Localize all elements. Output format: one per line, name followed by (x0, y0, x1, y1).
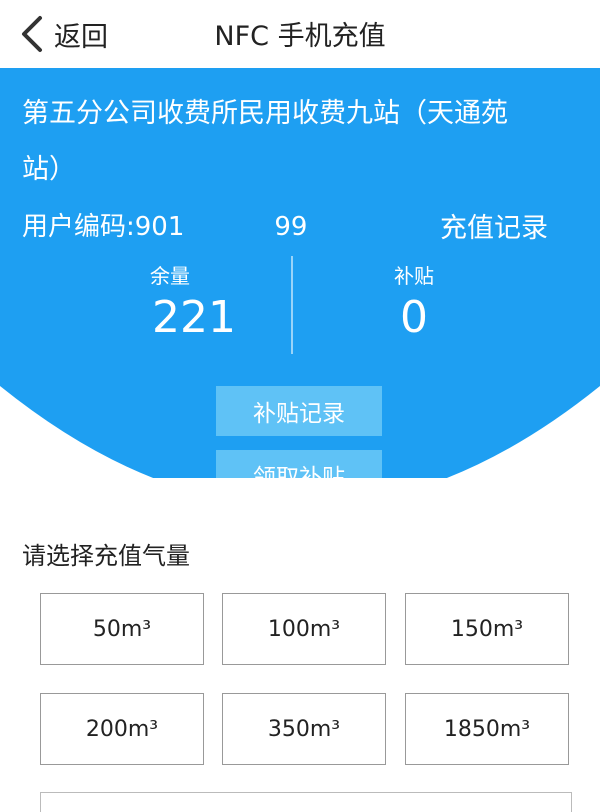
recharge-option-100[interactable]: 100m³ (222, 593, 386, 665)
subsidy-record-button[interactable]: 补贴记录 (216, 386, 382, 436)
subsidy-value: 0 (400, 292, 428, 343)
balance-value: 221 (152, 292, 236, 343)
recharge-option-350[interactable]: 350m³ (222, 693, 386, 765)
recharge-record-link[interactable]: 充值记录 (440, 206, 548, 245)
user-code: 用户编码:901 99 (22, 206, 307, 243)
recharge-section-title: 请选择充值气量 (22, 542, 190, 570)
account-card: 第五分公司收费所民用收费九站（天通苑站） 用户编码:901 99 充值记录 余量 … (0, 68, 600, 478)
recharge-option-150[interactable]: 150m³ (405, 593, 569, 665)
recharge-option-200[interactable]: 200m³ (40, 693, 204, 765)
user-code-label: 用户编码:901 (22, 212, 185, 242)
station-name: 第五分公司收费所民用收费九站（天通苑站） (22, 98, 508, 185)
back-button[interactable]: 返回 (18, 12, 108, 56)
claim-subsidy-button[interactable]: 领取补贴 (216, 450, 382, 478)
balance-label: 余量 (150, 264, 190, 288)
custom-amount-field[interactable] (40, 792, 572, 812)
chevron-left-icon (22, 16, 42, 52)
subsidy-label: 补贴 (394, 264, 434, 288)
stat-divider (291, 256, 293, 354)
nav-bar: 返回 NFC 手机充值 (0, 0, 600, 69)
user-code-suffix: 99 (274, 212, 308, 242)
recharge-option-50[interactable]: 50m³ (40, 593, 204, 665)
back-label: 返回 (54, 21, 108, 53)
recharge-option-1850[interactable]: 1850m³ (405, 693, 569, 765)
